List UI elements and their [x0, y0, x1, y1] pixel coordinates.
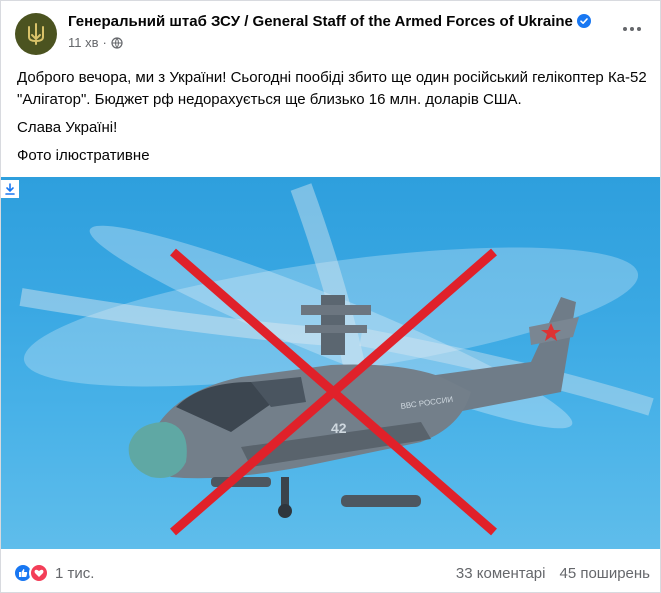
more-options-icon [623, 27, 641, 31]
post-paragraph: Слава Україні! [17, 119, 118, 136]
post-paragraph: Доброго вечора, ми з України! Сьогодні п… [17, 69, 647, 108]
reactions-summary[interactable]: 1 тис. [13, 563, 94, 583]
page-name-link[interactable]: Генеральний штаб ЗСУ / General Staff of … [68, 13, 591, 30]
reaction-count[interactable]: 1 тис. [55, 565, 94, 582]
globe-icon [111, 36, 123, 49]
download-button[interactable] [1, 180, 19, 198]
post-text: Доброго вечора, ми з України! Сьогодні п… [17, 67, 647, 173]
engagement-stats: 33 коментарі 45 поширень [456, 565, 650, 582]
post-footer: 1 тис. 33 коментарі 45 поширень [13, 557, 650, 589]
image-marking-number: 42 [331, 420, 347, 436]
post-header: Генеральний штаб ЗСУ / General Staff of … [13, 11, 650, 57]
more-options-button[interactable] [618, 19, 646, 39]
meta-dot: · [102, 35, 107, 50]
shares-count-link[interactable]: 45 поширень [559, 565, 650, 582]
post-timestamp[interactable]: 11 хв [68, 35, 99, 50]
verified-badge-icon [576, 14, 591, 28]
page-avatar[interactable] [15, 13, 57, 55]
facebook-post: Генеральний штаб ЗСУ / General Staff of … [0, 0, 661, 593]
trident-icon [28, 23, 44, 45]
download-icon [5, 183, 15, 195]
love-reaction-icon [29, 563, 49, 583]
comments-count-link[interactable]: 33 коментарі [456, 565, 546, 582]
post-meta: 11 хв · [68, 35, 123, 50]
page-name-text[interactable]: Генеральний штаб ЗСУ / General Staff of … [68, 13, 573, 30]
helicopter-illustration: 42 ВВС РОССИИ [19, 183, 654, 536]
post-paragraph: Фото ілюстративне [17, 147, 150, 164]
post-image[interactable]: 42 ВВС РОССИИ [1, 177, 660, 549]
